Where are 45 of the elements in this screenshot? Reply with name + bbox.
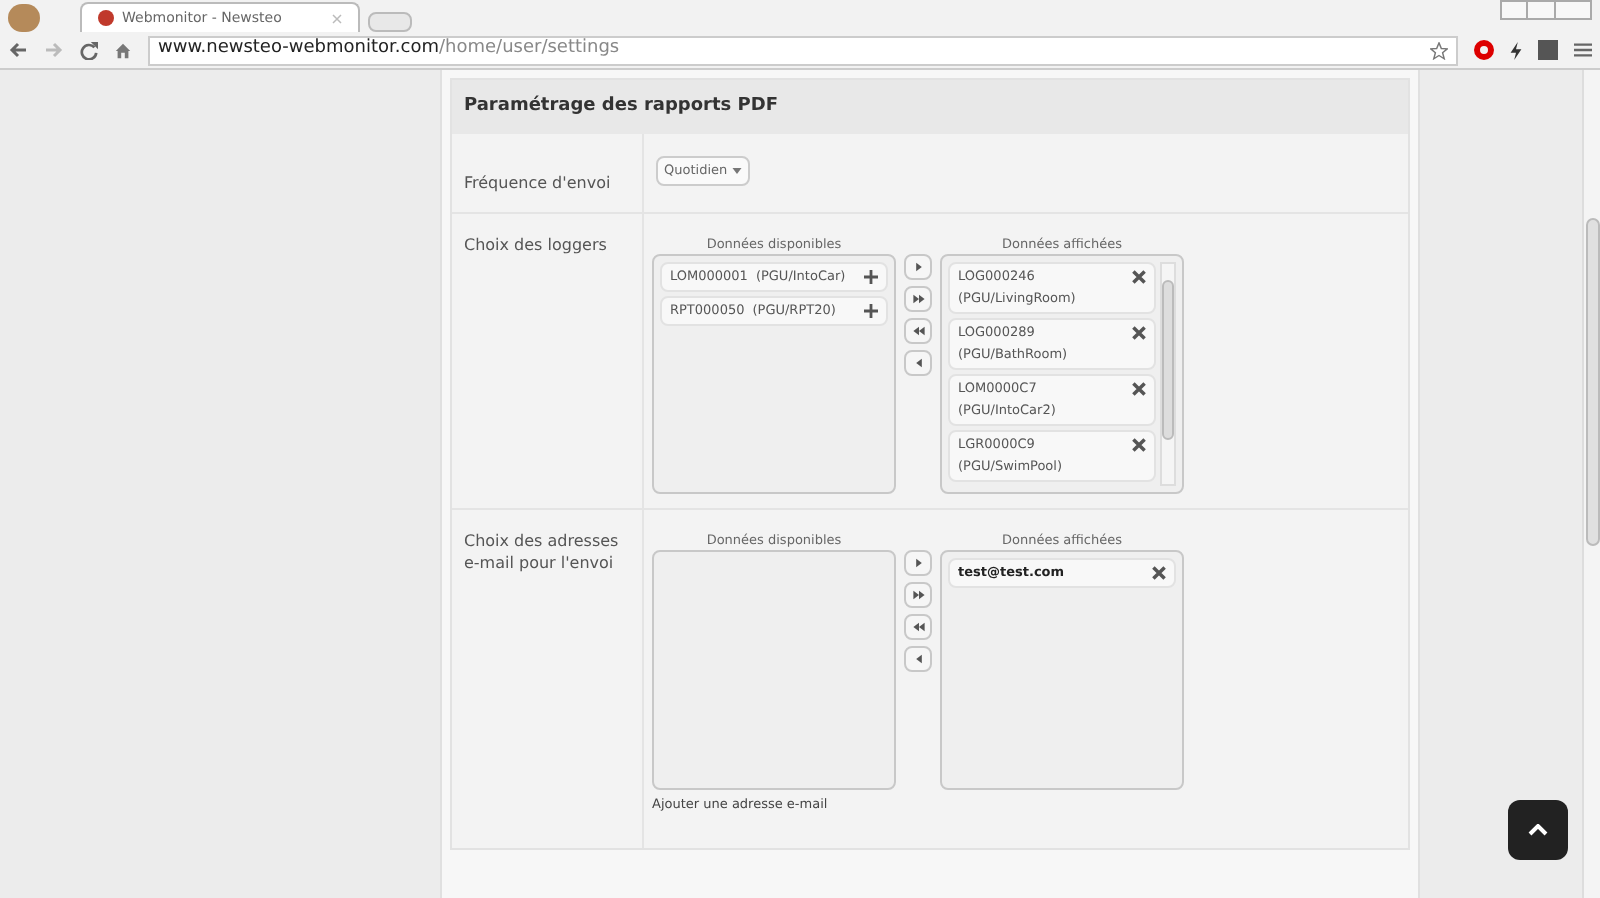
reload-icon[interactable] (80, 41, 98, 59)
move-allright-button[interactable] (904, 582, 932, 608)
field-label: Choix des adresses e-mail pour l'envoi (464, 530, 621, 574)
plus-icon[interactable] (864, 270, 878, 284)
plus-icon[interactable] (864, 304, 878, 318)
profile-avatar[interactable] (8, 4, 40, 32)
close-icon[interactable] (1132, 270, 1146, 284)
move-left-button[interactable] (904, 646, 932, 672)
caret-icon (731, 168, 742, 174)
address-bar[interactable]: www.newsteo-webmonitor.com/home/user/settings (148, 35, 1458, 65)
chevron-up-icon (1528, 824, 1548, 836)
close-icon[interactable] (1132, 326, 1146, 340)
scrollbar[interactable] (1160, 262, 1176, 486)
page-scrollbar[interactable] (1582, 70, 1600, 898)
arrow-icon (911, 324, 925, 338)
field-label: Fréquence d'envoi (464, 174, 611, 192)
arrow-icon (911, 356, 925, 370)
back-icon[interactable] (8, 42, 28, 58)
arrow-icon (911, 620, 925, 634)
scrollbar-thumb[interactable] (1586, 218, 1600, 546)
lightning-icon[interactable] (1510, 41, 1522, 59)
arrow-icon (911, 292, 925, 306)
arrow-icon (911, 260, 925, 274)
scroll-top-button[interactable] (1508, 800, 1568, 860)
home-icon[interactable] (114, 41, 132, 59)
scrollbar-thumb[interactable] (1162, 280, 1174, 440)
arrow-icon (911, 652, 925, 666)
move-left-button[interactable] (904, 350, 932, 376)
menu-icon[interactable] (1574, 42, 1592, 58)
move-allleft-button[interactable] (904, 614, 932, 640)
star-icon[interactable] (1430, 41, 1448, 59)
field-label: Choix des loggers (464, 234, 609, 256)
arrow-icon (911, 588, 925, 602)
url-text: www.newsteo-webmonitor.com/home/user/settings (158, 36, 620, 63)
move-allleft-button[interactable] (904, 318, 932, 344)
close-icon[interactable] (1152, 566, 1166, 580)
move-right-button[interactable] (904, 550, 932, 576)
site-logo-icon (98, 10, 114, 26)
panel-header: Paramétrage des rapports PDF (452, 80, 1408, 134)
arrow-icon (911, 556, 925, 570)
close-icon[interactable] (1132, 438, 1146, 452)
move-allright-button[interactable] (904, 286, 932, 312)
move-right-button[interactable] (904, 254, 932, 280)
extension-icon[interactable] (1474, 40, 1494, 60)
close-icon[interactable] (1132, 382, 1146, 396)
